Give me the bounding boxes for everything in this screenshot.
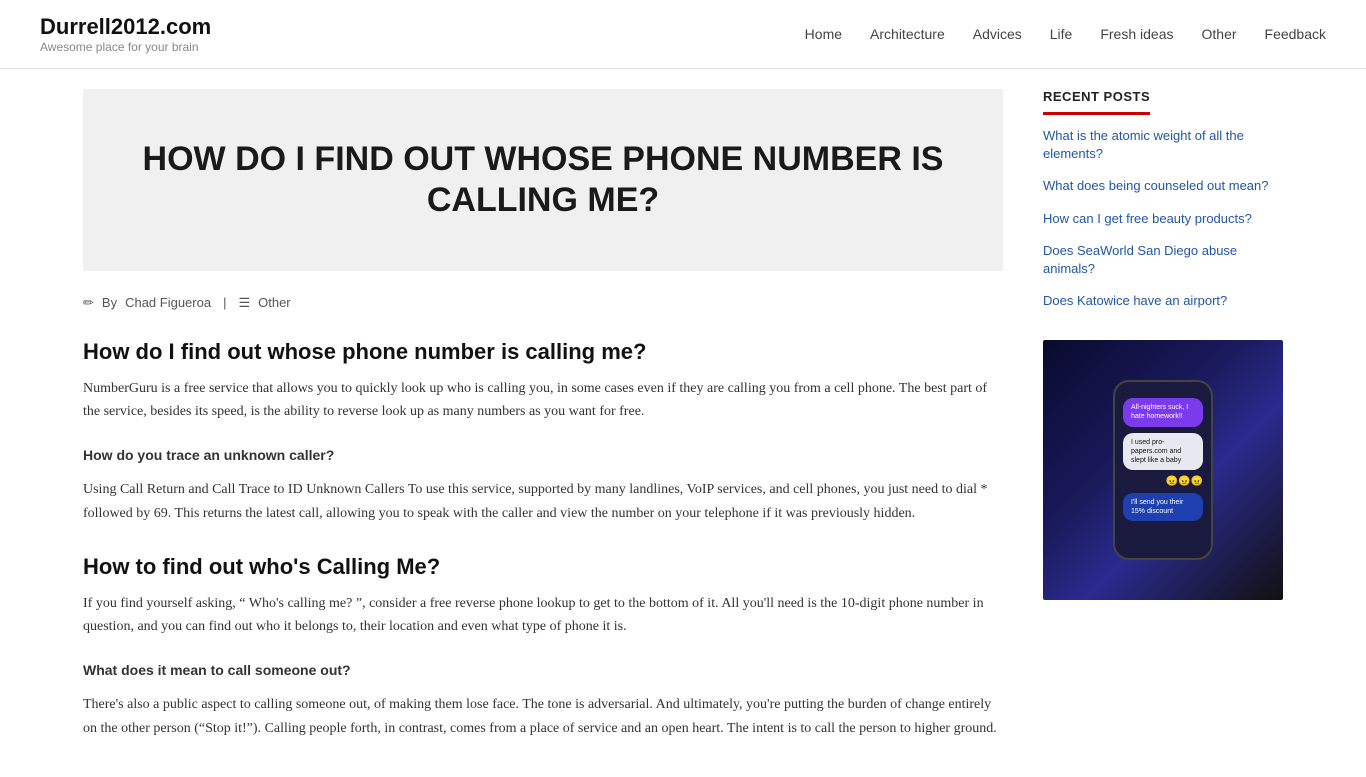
- recent-post-item: What is the atomic weight of all the ele…: [1043, 127, 1283, 163]
- article-intro-heading: How do I find out whose phone number is …: [83, 339, 1003, 365]
- ad-bubble-1: All-nighters suck, I hate homework!!: [1123, 398, 1203, 426]
- callout-heading: What does it mean to call someone out?: [83, 659, 1003, 683]
- recent-post-link[interactable]: What is the atomic weight of all the ele…: [1043, 128, 1244, 161]
- trace-heading: How do you trace an unknown caller?: [83, 444, 1003, 468]
- recent-post-item: How can I get free beauty products?: [1043, 210, 1283, 228]
- recent-post-item: Does Katowice have an airport?: [1043, 292, 1283, 310]
- main-nav: Home Architecture Advices Life Fresh ideas Ot…: [805, 26, 1326, 42]
- site-brand: Durrell2012.com Awesome place for your b…: [40, 14, 211, 54]
- site-header: Durrell2012.com Awesome place for your b…: [0, 0, 1366, 69]
- recent-posts-list: What is the atomic weight of all the ele…: [1043, 127, 1283, 310]
- recent-posts-section: RECENT POSTS What is the atomic weight o…: [1043, 89, 1283, 310]
- nav-item-architecture[interactable]: Architecture: [870, 26, 945, 42]
- nav-item-life[interactable]: Life: [1050, 26, 1073, 42]
- site-tagline: Awesome place for your brain: [40, 40, 211, 54]
- author-link[interactable]: Chad Figueroa: [125, 295, 211, 310]
- nav-item-other[interactable]: Other: [1202, 26, 1237, 42]
- site-title[interactable]: Durrell2012.com: [40, 14, 211, 40]
- ad-bubble-2: I used pro-papers.com and slept like a b…: [1123, 433, 1203, 470]
- recent-post-link[interactable]: Does Katowice have an airport?: [1043, 293, 1227, 308]
- page-wrap: HOW DO I FIND OUT WHOSE PHONE NUMBER IS …: [43, 69, 1323, 777]
- sidebar: RECENT POSTS What is the atomic weight o…: [1043, 89, 1283, 757]
- nav-item-advices[interactable]: Advices: [973, 26, 1022, 42]
- category-icon: ☰: [238, 295, 250, 311]
- recent-post-item: What does being counseled out mean?: [1043, 177, 1283, 195]
- article-p1: NumberGuru is a free service that allows…: [83, 377, 1003, 425]
- category-link[interactable]: Other: [258, 295, 291, 310]
- recent-posts-title: RECENT POSTS: [1043, 89, 1150, 115]
- callout-body: There's also a public aspect to calling …: [83, 693, 1003, 741]
- main-content: HOW DO I FIND OUT WHOSE PHONE NUMBER IS …: [83, 89, 1003, 757]
- nav-item-home[interactable]: Home: [805, 26, 842, 42]
- sidebar-ad: All-nighters suck, I hate homework!! I u…: [1043, 340, 1283, 600]
- trace-body: Using Call Return and Call Trace to ID U…: [83, 478, 1003, 526]
- emoji-row: 😠😠😠: [1166, 476, 1203, 487]
- post-meta: ✏ By Chad Figueroa | ☰ Other: [83, 295, 1003, 311]
- by-label: By: [102, 295, 117, 310]
- recent-post-link[interactable]: Does SeaWorld San Diego abuse animals?: [1043, 243, 1237, 276]
- recent-post-link[interactable]: What does being counseled out mean?: [1043, 178, 1269, 193]
- find-heading: How to find out who's Calling Me?: [83, 554, 1003, 580]
- find-body: If you find yourself asking, “ Who's cal…: [83, 592, 1003, 640]
- article-body: How do I find out whose phone number is …: [83, 339, 1003, 741]
- pencil-icon: ✏: [83, 295, 94, 311]
- recent-post-link[interactable]: How can I get free beauty products?: [1043, 211, 1252, 226]
- nav-item-feedback[interactable]: Feedback: [1265, 26, 1326, 42]
- phone-mockup: All-nighters suck, I hate homework!! I u…: [1113, 380, 1213, 560]
- recent-post-item: Does SeaWorld San Diego abuse animals?: [1043, 242, 1283, 278]
- hero-banner: HOW DO I FIND OUT WHOSE PHONE NUMBER IS …: [83, 89, 1003, 271]
- post-title: HOW DO I FIND OUT WHOSE PHONE NUMBER IS …: [123, 139, 963, 221]
- nav-item-fresh-ideas[interactable]: Fresh ideas: [1100, 26, 1173, 42]
- ad-bubble-3: I'll send you their 15% discount: [1123, 493, 1203, 521]
